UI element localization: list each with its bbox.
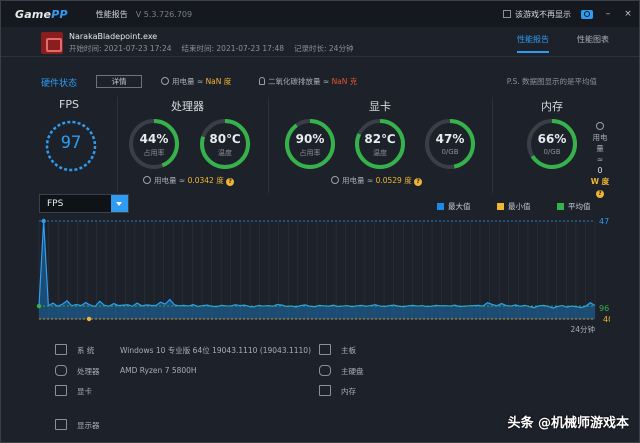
gpu-temp-label: 温度 xyxy=(373,149,387,157)
hardware-status-row: 硬件状态 详情 用电量 ≈ NaN 度 二氧化碳排放量 ≈ NaN 克 P.S.… xyxy=(1,75,639,90)
start-time: 开始时间: 2021-07-23 17:24 xyxy=(69,44,172,53)
legend-swatch xyxy=(437,203,444,210)
details-button[interactable]: 详情 xyxy=(96,75,142,88)
cpu-temp-gauge: 80℃ 温度 xyxy=(198,117,252,171)
legend-avg: 平均值 xyxy=(557,201,591,212)
gamepp-logo: GamePP xyxy=(15,7,68,21)
max-value-label: 471 xyxy=(599,217,610,226)
memory-power: 用电量 ≈ 0 W 度 ? xyxy=(589,121,611,198)
cpu-power: 用电量 ≈ 0.0342 度 ? xyxy=(143,175,235,186)
gpu-temp-value: 82℃ xyxy=(364,132,396,146)
legend-swatch xyxy=(497,203,504,210)
tab-bar: 性能报告 性能图表 xyxy=(517,34,609,53)
avg-marker xyxy=(36,303,42,309)
power-icon xyxy=(331,176,339,184)
checkbox-icon xyxy=(503,9,511,18)
cpu-usage-gauge: 44% 占用率 xyxy=(127,117,181,171)
cpu-icon xyxy=(55,365,67,376)
total-power: 用电量 ≈ NaN 度 xyxy=(161,76,231,87)
duration: 记录时长: 24分钟 xyxy=(294,44,354,53)
power-icon xyxy=(143,176,151,184)
no-remind-checkbox[interactable]: 该游戏不再显示 xyxy=(503,9,571,20)
game-icon xyxy=(41,32,63,54)
game-name: NarakaBladepoint.exe xyxy=(69,32,158,41)
fps-line-chart: 471 96.96 40 24分钟 xyxy=(36,217,610,334)
cpu-value: AMD Ryzen 7 5800H xyxy=(120,366,197,375)
motherboard-icon xyxy=(319,344,331,355)
max-marker xyxy=(41,218,46,224)
os-label: 系 统 xyxy=(77,346,95,355)
gpu-label: 显卡 xyxy=(77,387,92,396)
metric-select-value: FPS xyxy=(47,199,64,209)
cpu-temp-value: 80℃ xyxy=(209,132,241,146)
help-icon[interactable]: ? xyxy=(596,190,604,198)
gpu-icon xyxy=(55,385,67,396)
board-label: 主板 xyxy=(341,346,356,355)
cpu-temp-label: 温度 xyxy=(218,149,232,157)
version-label: V 5.3.726.709 xyxy=(135,9,193,19)
gpu-usage-gauge: 90% 占用率 xyxy=(283,117,337,171)
gpu-vram-gauge: 47% 0/GB xyxy=(423,117,477,171)
tab-performance-report[interactable]: 性能报告 xyxy=(517,34,549,53)
gpu-temp-gauge: 82℃ 温度 xyxy=(353,117,407,171)
power-icon xyxy=(596,122,604,130)
cpu-usage-value: 44% xyxy=(139,132,169,146)
fps-title: FPS xyxy=(59,98,79,111)
hardware-status-label: 硬件状态 xyxy=(41,79,78,89)
disk-icon xyxy=(319,365,331,376)
cpu-usage-label: 占用率 xyxy=(143,149,165,157)
co2-emission: 二氧化碳排放量 ≈ NaN 克 xyxy=(259,76,357,87)
display-icon xyxy=(55,419,67,430)
tab-performance-chart[interactable]: 性能图表 xyxy=(577,34,609,53)
cpu-title: 处理器 xyxy=(171,100,204,113)
ps-note: P.S. 数据图显示的是平均值 xyxy=(506,77,597,86)
game-meta: 开始时间: 2021-07-23 17:24 结束时间: 2021-07-23 … xyxy=(69,43,353,54)
fps-value: 97 xyxy=(60,133,82,153)
avg-value-label: 96.96 xyxy=(599,304,610,313)
legend-min: 最小值 xyxy=(497,201,531,212)
help-icon[interactable]: ? xyxy=(414,178,423,186)
gamepp-window: GamePP 性能报告 V 5.3.726.709 该游戏不再显示 – × Na… xyxy=(0,0,640,443)
gpu-usage-label: 占用率 xyxy=(299,149,321,157)
watermark: 头条 @机械师游戏本 xyxy=(507,416,629,431)
os-value: Windows 10 专业版 64位 19043.1110 (19043.111… xyxy=(120,346,311,355)
gpu-usage-value: 90% xyxy=(295,132,325,146)
memory-usage-label: 0/GB xyxy=(543,148,561,156)
end-time: 结束时间: 2021-07-23 17:48 xyxy=(181,44,285,53)
divider xyxy=(268,97,269,193)
gpu-vram-value: 47% xyxy=(435,132,465,146)
memory-label: 内存 xyxy=(341,387,356,396)
divider xyxy=(492,97,493,193)
gpu-power: 用电量 ≈ 0.0529 度 ? xyxy=(331,175,423,186)
gpu-vram-label: 0/GB xyxy=(441,148,459,156)
power-icon xyxy=(161,77,169,85)
divider xyxy=(117,97,118,193)
fps-gauge: 97 xyxy=(43,118,99,174)
min-value-label: 40 xyxy=(603,315,610,324)
min-marker xyxy=(86,316,92,322)
screenshot-camera-icon[interactable] xyxy=(581,9,593,19)
disk-label: 主硬盘 xyxy=(341,367,364,376)
gpu-title: 显卡 xyxy=(369,100,391,113)
memory-usage-value: 66% xyxy=(537,132,567,146)
legend-swatch xyxy=(557,203,564,210)
window-title: 性能报告 xyxy=(95,9,128,19)
memory-usage-gauge: 66% 0/GB xyxy=(525,117,579,171)
memory-icon xyxy=(319,385,331,396)
close-button[interactable]: × xyxy=(623,9,633,19)
title-bar: GamePP 性能报告 V 5.3.726.709 该游戏不再显示 – × xyxy=(1,1,639,27)
cpu-label: 处理器 xyxy=(77,367,100,376)
co2-icon xyxy=(259,77,265,85)
help-icon[interactable]: ? xyxy=(226,178,235,186)
legend-max: 最大值 xyxy=(437,201,471,212)
monitor-icon xyxy=(55,344,67,355)
x-axis-end-label: 24分钟 xyxy=(570,324,595,334)
metric-select[interactable]: FPS xyxy=(39,194,129,213)
memory-title: 内存 xyxy=(541,100,563,113)
display-label: 显示器 xyxy=(77,421,100,430)
chevron-down-icon[interactable] xyxy=(111,195,128,212)
minimize-button[interactable]: – xyxy=(603,9,613,19)
